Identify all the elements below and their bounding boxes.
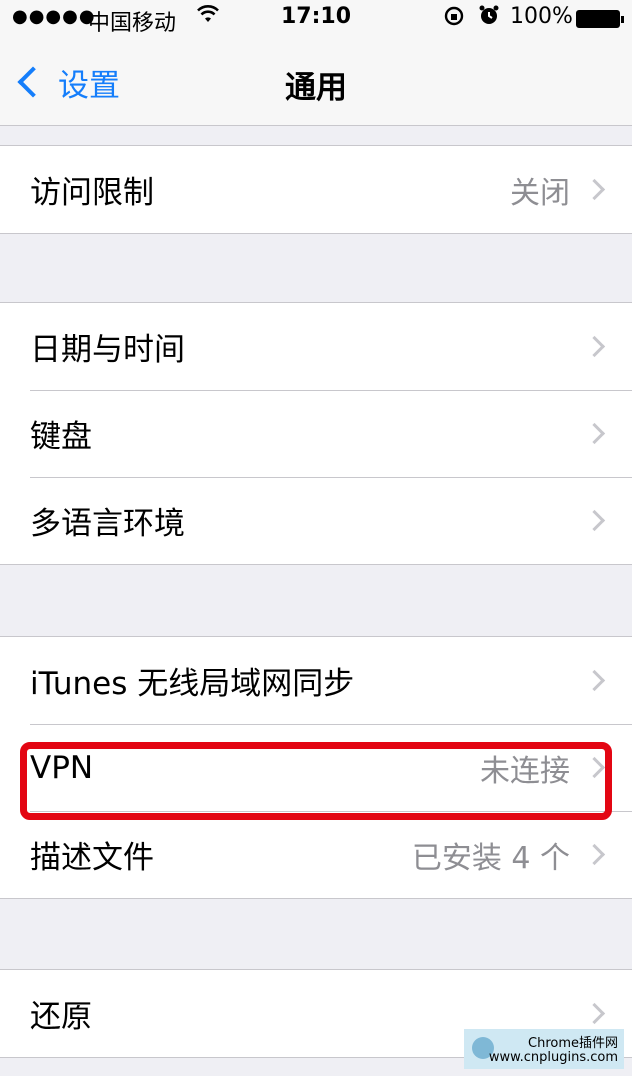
row-label: 日期与时间: [30, 332, 185, 368]
settings-group-restrictions: 访问限制 关闭: [0, 145, 632, 234]
row-international[interactable]: 多语言环境: [0, 477, 632, 564]
battery-icon: [576, 10, 624, 28]
row-profiles[interactable]: 描述文件 已安装 4 个: [0, 811, 632, 898]
row-itunes-wifi-sync[interactable]: iTunes 无线局域网同步: [0, 637, 632, 724]
page-title: 通用: [285, 70, 347, 106]
watermark: Chrome插件网 www.cnplugins.com: [464, 1029, 624, 1069]
row-label: 访问限制: [30, 175, 154, 211]
row-label: 还原: [30, 999, 92, 1035]
settings-group-locale: 日期与时间 键盘 多语言环境: [0, 302, 632, 565]
navigation-bar: 设置 通用: [0, 40, 632, 126]
watermark-line2: www.cnplugins.com: [488, 1050, 618, 1065]
chevron-right-icon: [583, 178, 606, 200]
chevron-right-icon: [583, 1002, 606, 1024]
alarm-icon: [478, 4, 500, 31]
row-label: VPN: [30, 749, 94, 786]
row-label: 多语言环境: [30, 506, 185, 542]
row-detail: 关闭: [510, 175, 570, 211]
row-label: iTunes 无线局域网同步: [30, 666, 355, 702]
chevron-right-icon: [583, 335, 606, 357]
row-vpn[interactable]: VPN 未连接: [0, 724, 632, 811]
row-label: 描述文件: [30, 840, 154, 876]
row-label: 键盘: [30, 419, 92, 455]
chevron-right-icon: [583, 422, 606, 444]
orientation-lock-icon: [443, 5, 465, 32]
chevron-right-icon: [583, 669, 606, 691]
row-date-time[interactable]: 日期与时间: [0, 303, 632, 390]
row-detail: 未连接: [480, 753, 570, 789]
settings-group-network: iTunes 无线局域网同步 VPN 未连接 描述文件 已安装 4 个: [0, 636, 632, 899]
battery-percentage: 100%: [510, 4, 573, 29]
row-keyboard[interactable]: 键盘: [0, 390, 632, 477]
row-detail: 已安装 4 个: [411, 840, 570, 876]
status-bar: ●●●●● 中国移动 17:10 100%: [0, 0, 632, 40]
chevron-right-icon: [583, 843, 606, 865]
chevron-right-icon: [583, 509, 606, 531]
chevron-right-icon: [583, 756, 606, 778]
row-restrictions[interactable]: 访问限制 关闭: [0, 146, 632, 233]
watermark-line1: Chrome插件网: [528, 1036, 618, 1051]
